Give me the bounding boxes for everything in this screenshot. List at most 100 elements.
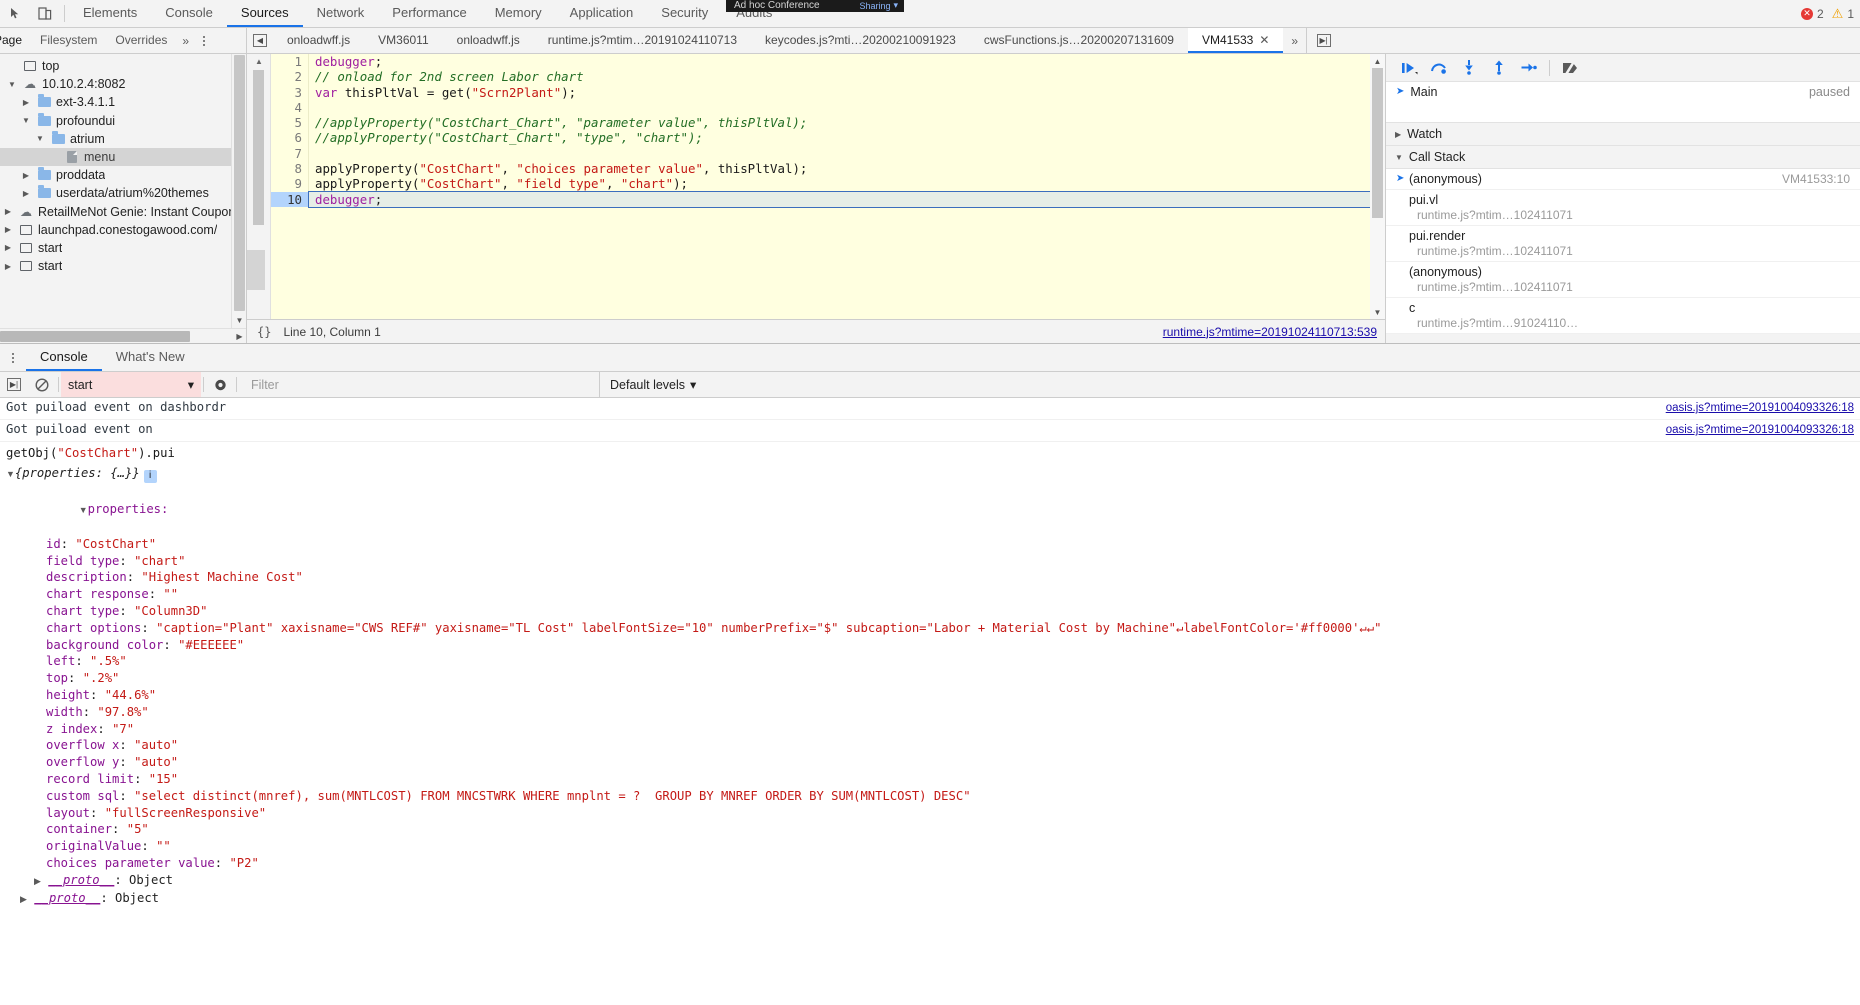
editor-tab-vm41533[interactable]: VM41533 ✕ [1187, 28, 1284, 53]
tree-item-userdata[interactable]: ▶ userdata/atrium%20themes [0, 184, 246, 202]
tree-item-menu[interactable]: menu [0, 147, 246, 167]
console-sidebar-toggle-icon[interactable]: ▶| [0, 372, 28, 397]
expand-twisty-icon[interactable]: ▼ [79, 505, 88, 515]
tab-elements[interactable]: Elements [69, 0, 151, 27]
twisty-icon[interactable]: ▼ [6, 80, 18, 89]
clear-console-icon[interactable] [28, 372, 56, 397]
step-into-next-function-call-icon[interactable] [1454, 55, 1484, 81]
deactivate-breakpoints-icon[interactable] [1555, 55, 1585, 81]
editor-tab-vm36011[interactable]: VM36011 [364, 28, 442, 53]
navigator-horizontal-scrollbar[interactable]: ▶ [0, 328, 246, 343]
more-editor-tabs-icon[interactable]: » [1283, 28, 1306, 53]
drawer-options-menu-icon[interactable] [4, 344, 22, 371]
close-tab-icon[interactable]: ✕ [1259, 33, 1269, 47]
chevron-down-icon[interactable]: ▾ [893, 0, 898, 11]
previous-tab-icon[interactable]: ◀ [247, 28, 273, 53]
tab-sources[interactable]: Sources [226, 0, 303, 27]
navigator-options-menu-icon[interactable] [195, 35, 213, 46]
more-navigator-tabs-icon[interactable]: » [176, 34, 195, 48]
step-out-of-current-function-icon[interactable] [1484, 55, 1514, 81]
nav-tab-overrides[interactable]: Overrides [106, 28, 176, 53]
console-filter-input[interactable] [249, 376, 599, 393]
console-message-source-link[interactable]: oasis.js?mtime=20191004093326:18 [1654, 401, 1854, 416]
editor-vertical-scroll-thumb[interactable] [1372, 68, 1383, 218]
tree-item-top[interactable]: top [0, 57, 246, 75]
resume-script-execution-icon[interactable] [1394, 55, 1424, 81]
step-icon[interactable] [1514, 55, 1544, 81]
thread-row-main[interactable]: ➤ Main paused [1386, 82, 1860, 101]
step-over-next-function-call-icon[interactable] [1424, 55, 1454, 81]
twisty-icon[interactable]: ▶ [2, 262, 14, 271]
twisty-icon[interactable]: ▼ [34, 134, 46, 143]
tree-item-host[interactable]: ▼ ☁ 10.10.2.4:8082 [0, 75, 246, 93]
tab-security[interactable]: Security [647, 0, 722, 27]
tab-console[interactable]: Console [151, 0, 227, 27]
show-navigator-icon[interactable]: ▶| [1306, 28, 1340, 53]
editor-left-scroll-thumb[interactable] [253, 70, 264, 225]
editor-tab-onloadwff-1[interactable]: onloadwff.js [273, 28, 364, 53]
navigator-horizontal-scroll-thumb[interactable] [0, 331, 190, 342]
editor-scroll-up-icon[interactable]: ▲ [1370, 54, 1385, 68]
twisty-icon[interactable]: ▼ [20, 116, 32, 125]
navigator-vertical-scrollbar[interactable]: ▼ [231, 54, 246, 343]
expand-twisty-icon[interactable]: ▶ [34, 876, 41, 886]
editor-left-scrollbar[interactable]: ▲ [247, 54, 271, 319]
editor-tab-runtime-js[interactable]: runtime.js?mtim…20191024110713 [534, 28, 751, 53]
expand-twisty-icon[interactable]: ▼ [6, 469, 15, 479]
call-stack-frame-3[interactable]: (anonymous) runtime.js?mtim…102411071 [1386, 262, 1860, 298]
editor-scroll-up-icon[interactable]: ▲ [247, 54, 271, 68]
tree-item-retailmenot[interactable]: ▶ ☁ RetailMeNot Genie: Instant Coupons [0, 203, 246, 221]
info-badge-icon[interactable]: i [143, 469, 157, 483]
tree-item-launchpad[interactable]: ▶ launchpad.conestogawood.com/ [0, 221, 246, 239]
source-mapping-link[interactable]: runtime.js?mtime=20191024110713:539 [1163, 325, 1377, 339]
editor-left-scroll-track[interactable] [247, 250, 265, 290]
tab-performance[interactable]: Performance [378, 0, 480, 27]
code-editor[interactable]: 1 debugger; 2 // onload for 2nd screen L… [271, 54, 1385, 319]
navigator-scroll-down-icon[interactable]: ▼ [232, 313, 246, 328]
expand-twisty-icon[interactable]: ▶ [20, 894, 27, 904]
editor-tab-onloadwff-2[interactable]: onloadwff.js [443, 28, 534, 53]
nav-tab-filesystem[interactable]: Filesystem [31, 28, 106, 53]
proto-row-inner[interactable]: ▶ __proto__: Object [0, 872, 1860, 890]
drawer-tab-console[interactable]: Console [26, 344, 102, 371]
editor-vertical-scrollbar[interactable]: ▲ ▼ [1370, 54, 1385, 319]
tree-item-start-1[interactable]: ▶ start [0, 239, 246, 257]
navigator-scroll-right-icon[interactable]: ▶ [232, 329, 246, 343]
console-output[interactable]: Got puiload event on dashbordr oasis.js?… [0, 398, 1860, 1005]
editor-scroll-down-icon[interactable]: ▼ [1370, 305, 1385, 319]
error-count-badge[interactable]: ✕ 2 [1800, 7, 1824, 21]
twisty-icon[interactable]: ▶ [2, 225, 14, 234]
watch-section-header[interactable]: ▶ Watch [1386, 123, 1860, 146]
twisty-icon[interactable]: ▶ [2, 243, 14, 252]
editor-tab-keycodes-js[interactable]: keycodes.js?mti…20200210091923 [751, 28, 970, 53]
navigator-vertical-scroll-thumb[interactable] [234, 55, 245, 311]
warning-count-badge[interactable]: ⚠ 1 [1832, 6, 1854, 22]
ad-hoc-conference-overlay[interactable]: Ad hoc Conference Sharing ▾ [726, 0, 904, 12]
console-settings-eye-icon[interactable] [206, 372, 234, 397]
twisty-icon[interactable]: ▶ [20, 189, 32, 198]
inspect-element-icon[interactable] [0, 0, 30, 27]
tab-memory[interactable]: Memory [481, 0, 556, 27]
drawer-tab-whats-new[interactable]: What's New [102, 344, 199, 371]
tree-item-proddata[interactable]: ▶ proddata [0, 166, 246, 184]
properties-group-header[interactable]: ▼properties: [0, 485, 1860, 536]
javascript-context-select[interactable]: start ▾ [61, 372, 201, 397]
pretty-print-icon[interactable]: {} [255, 325, 273, 339]
tab-network[interactable]: Network [303, 0, 379, 27]
console-message-source-link[interactable]: oasis.js?mtime=20191004093326:18 [1654, 423, 1854, 438]
twisty-icon[interactable]: ▶ [20, 171, 32, 180]
tree-item-ext[interactable]: ▶ ext-3.4.1.1 [0, 93, 246, 111]
twisty-icon[interactable]: ▶ [2, 207, 14, 216]
proto-row-outer[interactable]: ▶ __proto__: Object [0, 890, 1860, 908]
tab-application[interactable]: Application [556, 0, 648, 27]
nav-tab-page[interactable]: Page [0, 28, 31, 53]
call-stack-frame-1[interactable]: pui.vl runtime.js?mtim…102411071 [1386, 190, 1860, 226]
twisty-icon[interactable]: ▶ [20, 98, 32, 107]
console-result-object[interactable]: ▼{properties: {…}} i [0, 463, 1860, 485]
tree-item-atrium[interactable]: ▼ atrium [0, 130, 246, 148]
editor-tab-cwsfunctions-js[interactable]: cwsFunctions.js…20200207131609 [970, 28, 1188, 53]
call-stack-frame-4[interactable]: c runtime.js?mtim…91024110… [1386, 298, 1860, 334]
call-stack-frame-2[interactable]: pui.render runtime.js?mtim…102411071 [1386, 226, 1860, 262]
toggle-device-toolbar-icon[interactable] [30, 0, 60, 27]
tree-item-profoundui[interactable]: ▼ profoundui [0, 112, 246, 130]
